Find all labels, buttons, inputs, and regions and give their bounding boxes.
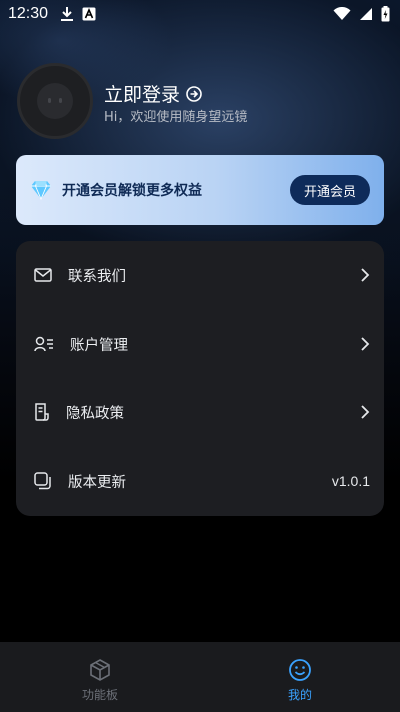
- chevron-right-icon: [361, 268, 370, 282]
- avatar[interactable]: [17, 63, 93, 139]
- wifi-icon: [333, 7, 351, 20]
- login-title: 立即登录: [104, 84, 181, 106]
- mail-icon: [34, 268, 52, 282]
- menu-item-label: 版本更新: [68, 474, 126, 491]
- menu-card: 联系我们 账户管理 隐私政策 版本更新 v1.0.1: [16, 241, 384, 516]
- download-icon: [61, 7, 74, 21]
- menu-item-privacy[interactable]: 隐私政策: [16, 382, 384, 442]
- battery-icon: [381, 6, 390, 22]
- menu-item-contact[interactable]: 联系我们: [16, 245, 384, 305]
- tab-label: 功能板: [81, 688, 118, 702]
- status-bar: 12:30: [0, 0, 400, 28]
- tab-function-board[interactable]: 功能板: [0, 642, 200, 712]
- login-link[interactable]: 立即登录: [104, 80, 202, 107]
- smile-icon: [289, 659, 311, 681]
- signal-icon: [360, 8, 372, 20]
- open-vip-button[interactable]: 开通会员: [289, 175, 370, 205]
- menu-item-label: 隐私政策: [66, 405, 124, 422]
- status-time: 12:30: [8, 5, 49, 22]
- user-manage-icon: [34, 336, 53, 352]
- chevron-right-icon: [361, 337, 370, 351]
- menu-item-label: 账户管理: [70, 337, 128, 354]
- vip-banner-text: 开通会员解锁更多权益: [62, 183, 202, 199]
- vip-banner[interactable]: 开通会员解锁更多权益 开通会员: [16, 155, 384, 225]
- update-icon: [34, 472, 51, 490]
- arrow-circle-right-icon: [186, 85, 202, 102]
- greeting-text: Hi，欢迎使用随身望远镜: [104, 110, 248, 125]
- menu-item-label: 联系我们: [68, 268, 126, 285]
- tab-mine[interactable]: 我的: [200, 642, 400, 712]
- tab-label: 我的: [287, 688, 312, 702]
- menu-item-account[interactable]: 账户管理: [16, 314, 384, 374]
- avatar-face-icon: [37, 83, 73, 119]
- cube-icon: [90, 659, 110, 681]
- document-icon: [35, 403, 49, 421]
- version-value: v1.0.1: [331, 473, 370, 489]
- diamond-icon: [31, 180, 51, 200]
- bottom-nav: 功能板 我的: [0, 642, 400, 712]
- chevron-right-icon: [361, 405, 370, 419]
- menu-item-update[interactable]: 版本更新 v1.0.1: [16, 451, 384, 511]
- font-icon: [82, 7, 96, 21]
